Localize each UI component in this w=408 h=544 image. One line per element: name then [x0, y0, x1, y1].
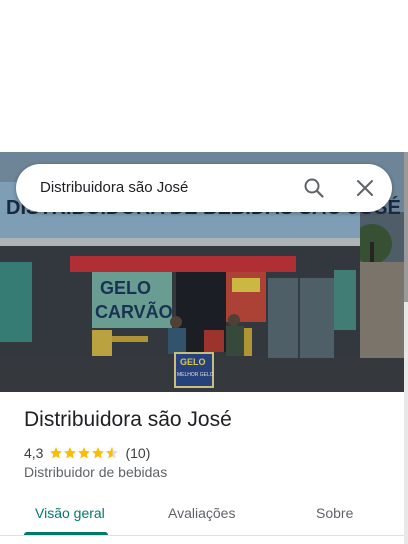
- star-half-icon: [106, 447, 119, 459]
- tab-divider: [0, 535, 404, 536]
- search-bar[interactable]: Distribuidora são José: [16, 164, 392, 212]
- tab-reviews[interactable]: Avaliações: [168, 494, 235, 532]
- tab-about[interactable]: Sobre: [316, 494, 353, 532]
- tab-overview[interactable]: Visão geral: [35, 494, 105, 532]
- top-blank-area: [0, 0, 408, 152]
- scrollbar-thumb[interactable]: [404, 152, 408, 302]
- rating-stars: [49, 446, 119, 460]
- star-icon: [64, 447, 77, 459]
- place-category: Distribuidor de bebidas: [24, 464, 168, 480]
- rating-value: 4,3: [24, 445, 44, 461]
- close-icon[interactable]: [353, 176, 377, 200]
- star-icon: [50, 447, 63, 459]
- rating-row[interactable]: 4,3 (10): [24, 444, 150, 462]
- star-icon: [78, 447, 91, 459]
- review-count[interactable]: (10): [125, 445, 150, 461]
- search-icon[interactable]: [302, 176, 326, 200]
- place-title: Distribuidora são José: [24, 408, 232, 431]
- search-input[interactable]: Distribuidora são José: [40, 164, 188, 212]
- tab-bar: Visão geral Avaliações Sobre: [0, 494, 404, 536]
- star-icon: [92, 447, 105, 459]
